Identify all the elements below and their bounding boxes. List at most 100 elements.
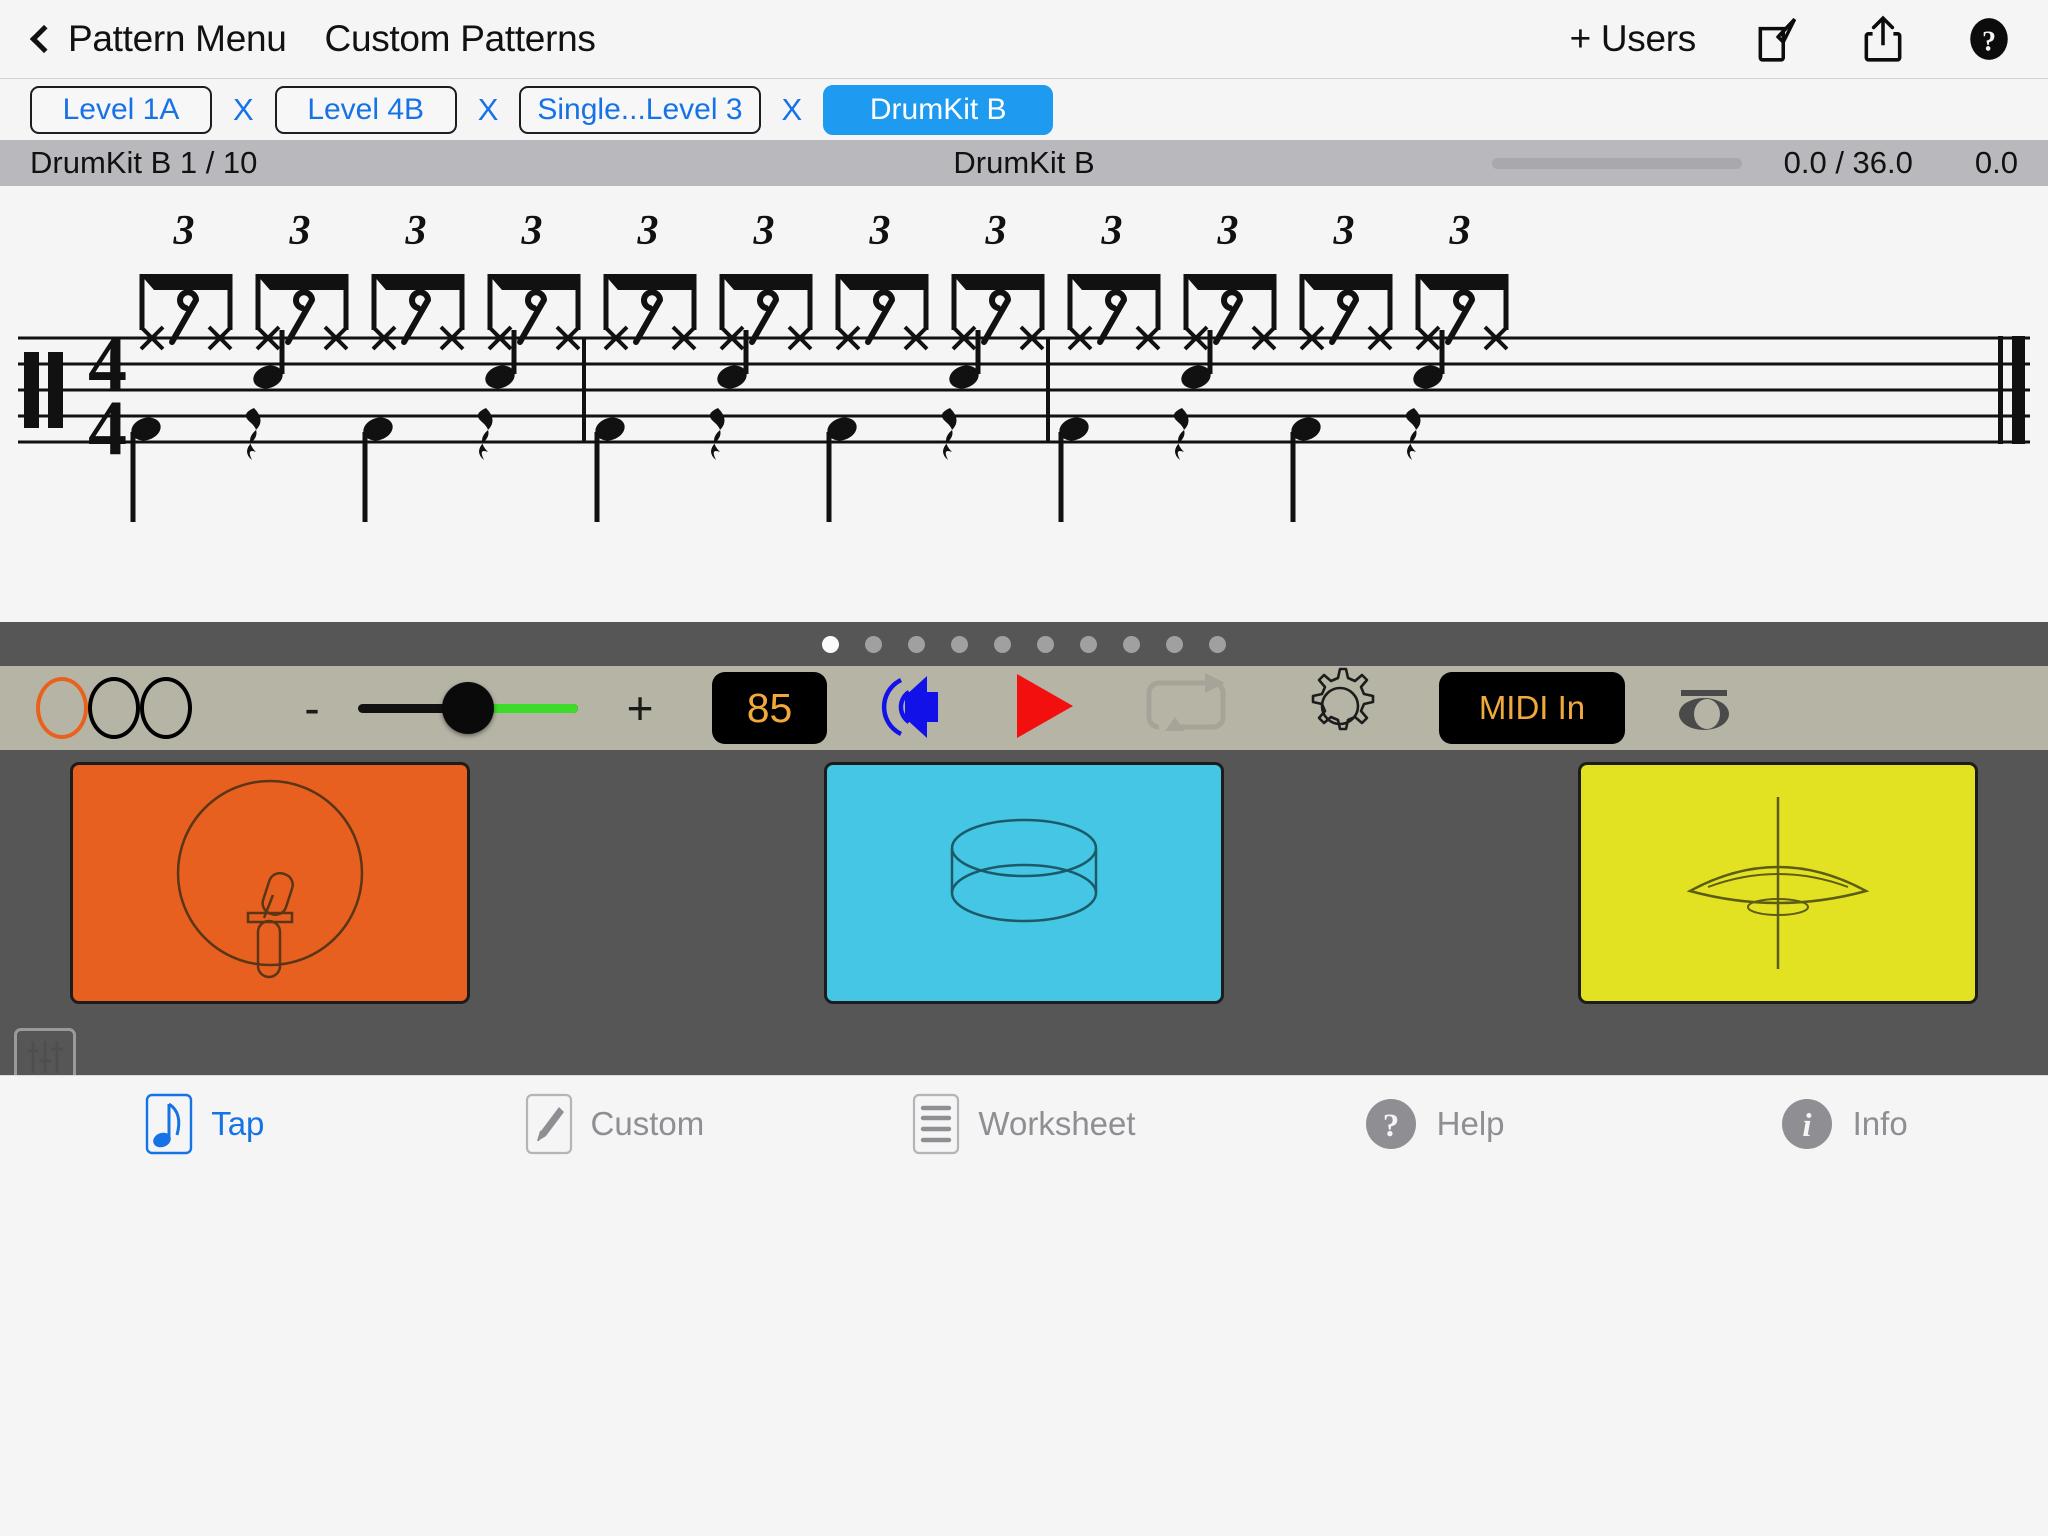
bass-drum-note — [362, 417, 393, 522]
beam — [1416, 274, 1508, 290]
close-tab-2-icon[interactable]: X — [761, 92, 824, 128]
sliders-icon — [27, 1041, 63, 1073]
count-circle-3-icon[interactable] — [140, 677, 192, 739]
chevron-left-icon — [29, 24, 59, 54]
info-circle-icon: i — [1781, 1098, 1832, 1149]
tempo-button[interactable]: 85 — [712, 672, 827, 744]
pencil-icon — [525, 1093, 572, 1154]
pattern-tab-3[interactable]: DrumKit B — [823, 84, 1054, 135]
metronome-speaker-icon[interactable] — [879, 670, 957, 747]
tuplet-number: 3 — [173, 208, 195, 254]
bottom-tab-custom[interactable]: Custom — [410, 1093, 820, 1155]
compose-icon[interactable] — [1752, 14, 1802, 64]
eighth-rest — [749, 289, 779, 345]
beam — [1184, 274, 1276, 290]
close-tab-0-icon[interactable]: X — [212, 92, 275, 128]
time-display-secondary: 0.0 — [1974, 145, 2018, 180]
loop-icon[interactable] — [1141, 671, 1241, 746]
tuplet-number: 3 — [753, 208, 775, 254]
eighth-rest — [1329, 289, 1359, 345]
transport-bar: - + 85 MIDI In — [0, 666, 2048, 750]
quarter-rest — [245, 408, 261, 460]
navigation-bar: Pattern Menu Custom Patterns + Users ? — [0, 0, 2048, 78]
cymbal-icon — [1686, 797, 1870, 969]
bottom-tab-tap[interactable]: Tap — [0, 1093, 410, 1155]
share-icon[interactable] — [1858, 14, 1908, 64]
help-icon[interactable]: ? — [1964, 14, 2014, 64]
page-dot[interactable] — [865, 635, 882, 653]
snare-pad[interactable] — [70, 762, 470, 1004]
bottom-tab-label: Custom — [590, 1104, 705, 1142]
bottom-tab-help[interactable]: ? Help — [1229, 1096, 1639, 1152]
bottom-tab-label: Worksheet — [978, 1104, 1136, 1142]
pattern-tab-label: Level 4B — [307, 92, 425, 126]
beam — [604, 274, 696, 290]
pattern-tab-0[interactable]: Level 1A — [30, 85, 212, 134]
volume-decrease-button[interactable]: - — [292, 681, 332, 735]
eighth-rest — [1213, 289, 1243, 345]
count-circle-2-icon[interactable] — [88, 677, 140, 739]
whole-note-icon[interactable] — [1671, 676, 1737, 741]
tom-pad[interactable] — [824, 762, 1224, 1004]
pattern-tab-2[interactable]: Single...Level 3 — [519, 85, 761, 134]
page-dot[interactable] — [1037, 635, 1054, 653]
add-users-button[interactable]: + Users — [1570, 18, 1697, 60]
page-indicator[interactable] — [0, 622, 2048, 666]
volume-increase-button[interactable]: + — [620, 681, 660, 735]
pattern-tab-row: Level 1A X Level 4B X Single...Level 3 X… — [0, 78, 2048, 140]
tuplet-number: 3 — [869, 208, 891, 254]
eighth-rest — [517, 289, 547, 345]
pattern-tab-label: Single...Level 3 — [537, 92, 743, 126]
count-circle-1-icon[interactable] — [36, 677, 88, 739]
current-pattern-name: DrumKit B — [953, 145, 1095, 180]
quarter-rest — [709, 408, 725, 460]
status-bar: DrumKit B 1 / 10 DrumKit B 0.0 / 36.0 0.… — [0, 140, 2048, 186]
back-button-label: Pattern Menu — [68, 18, 287, 59]
tuplet-number: 3 — [1217, 208, 1239, 254]
cymbal-pad[interactable] — [1578, 762, 1978, 1004]
tuplet-number: 3 — [985, 208, 1007, 254]
quarter-rest — [1173, 408, 1189, 460]
playback-progress-bar[interactable] — [1491, 157, 1742, 169]
bottom-tab-label: Info — [1852, 1104, 1908, 1142]
page-title: Custom Patterns — [324, 18, 596, 59]
bass-drum-note — [594, 417, 625, 522]
time-display: 0.0 / 36.0 — [1783, 145, 1913, 180]
volume-slider[interactable] — [358, 682, 578, 734]
tuplet-number: 3 — [521, 208, 543, 254]
count-circles[interactable] — [36, 677, 192, 739]
music-notation-area[interactable]: 4 4 333333333333 — [0, 186, 2048, 622]
gear-icon[interactable] — [1297, 663, 1383, 754]
close-tab-1-icon[interactable]: X — [457, 92, 520, 128]
bass-drum-note — [1290, 417, 1321, 522]
tuplet-number: 3 — [1101, 208, 1123, 254]
tuplet-number: 3 — [289, 208, 311, 254]
snare-drum-icon — [176, 779, 364, 979]
page-dot[interactable] — [1080, 635, 1097, 653]
page-dot[interactable] — [1209, 635, 1226, 653]
pager-zone — [0, 622, 2048, 666]
tom-drum-icon — [950, 818, 1098, 923]
beam — [1300, 274, 1392, 290]
page-dot[interactable] — [951, 635, 968, 653]
page-dot[interactable] — [908, 635, 925, 653]
status-right-group: 0.0 / 36.0 0.0 — [1491, 145, 2018, 181]
midi-in-button[interactable]: MIDI In — [1439, 672, 1625, 744]
page-dot[interactable] — [822, 635, 839, 653]
svg-text:?: ? — [1382, 1108, 1399, 1144]
bottom-tab-info[interactable]: i Info — [1638, 1096, 2048, 1152]
back-button[interactable]: Pattern Menu — [28, 18, 287, 60]
pattern-tab-1[interactable]: Level 4B — [274, 85, 457, 134]
play-button[interactable] — [1009, 670, 1079, 747]
drum-pad-row — [0, 762, 2048, 1004]
volume-slider-knob[interactable] — [441, 682, 494, 734]
page-dot[interactable] — [994, 635, 1011, 653]
beam — [1068, 274, 1160, 290]
pattern-counter: DrumKit B 1 / 10 — [30, 145, 258, 180]
bottom-tab-worksheet[interactable]: Worksheet — [819, 1093, 1229, 1155]
page-dot[interactable] — [1123, 635, 1140, 653]
page-dot[interactable] — [1166, 635, 1183, 653]
lines-icon — [913, 1093, 960, 1154]
beam — [720, 274, 812, 290]
eighth-rest — [865, 289, 895, 345]
